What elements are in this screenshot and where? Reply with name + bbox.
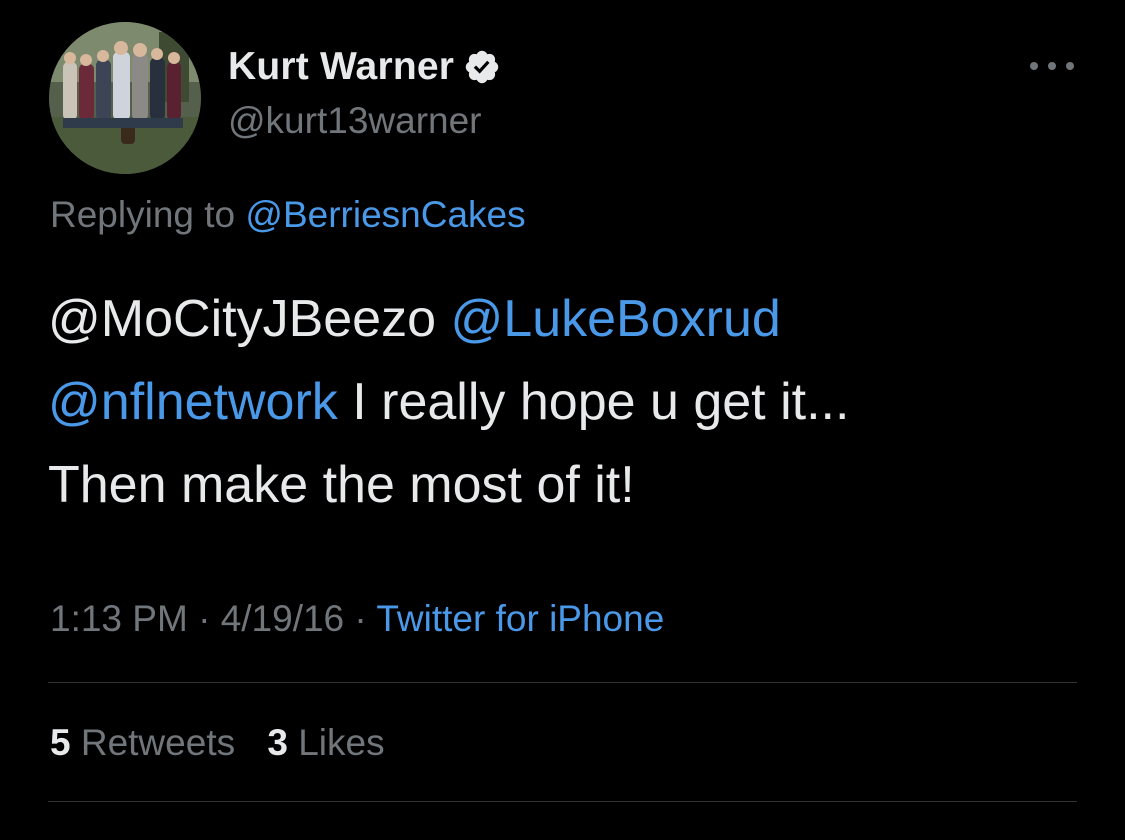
retweets-label: Retweets [80,722,236,763]
tweet-date[interactable]: 4/19/16 [221,598,344,639]
author-handle[interactable]: @kurt13warner [228,100,482,142]
likes-stat[interactable]: 3 Likes [267,722,384,763]
replying-to-prefix: Replying to [50,194,236,235]
tweet-text: @MoCityJBeezo @LukeBoxrud @nflnetwork I … [48,278,1078,527]
replying-to-line: Replying to @BerriesnCakes [50,194,526,236]
meta-separator: · [198,598,211,639]
retweets-count: 5 [50,722,71,763]
reply-to-mention-link[interactable]: @BerriesnCakes [245,194,525,235]
more-horizontal-icon[interactable] [1030,56,1074,76]
author-display-name[interactable]: Kurt Warner [228,45,454,89]
tweet-text-line-1: @MoCityJBeezo @LukeBoxrud [48,278,1078,361]
likes-count: 3 [267,722,288,763]
avatar-photo [49,22,201,174]
tweet-text-segment: I really hope u get it... [337,373,850,431]
tweet-text-line-3: Then make the most of it! [48,456,635,514]
tweet-text-line-2: @nflnetwork I really hope u get it... [48,361,1078,444]
meta-separator: · [354,598,367,639]
more-dot [1066,62,1074,70]
retweets-stat[interactable]: 5 Retweets [50,722,235,763]
divider [48,682,1077,683]
more-dot [1048,62,1056,70]
tweet-stats: 5 Retweets 3 Likes [50,722,407,764]
tweet-meta: 1:13 PM · 4/19/16 · Twitter for iPhone [50,598,664,640]
avatar[interactable] [49,22,201,174]
mention-mocityjbeezo[interactable]: @MoCityJBeezo [48,290,436,348]
tweet-time[interactable]: 1:13 PM [50,598,188,639]
likes-label: Likes [298,722,385,763]
mention-nflnetwork-link[interactable]: @nflnetwork [48,373,338,431]
mention-lukeboxrud-link[interactable]: @LukeBoxrud [450,290,780,348]
tweet-detail: Kurt Warner @kurt13warner Replying to @B… [0,0,1125,840]
more-dot [1030,62,1038,70]
verified-badge-icon [463,48,501,86]
author-name-row[interactable]: Kurt Warner [228,44,501,90]
divider [48,801,1077,802]
tweet-source-link[interactable]: Twitter for iPhone [376,598,664,639]
